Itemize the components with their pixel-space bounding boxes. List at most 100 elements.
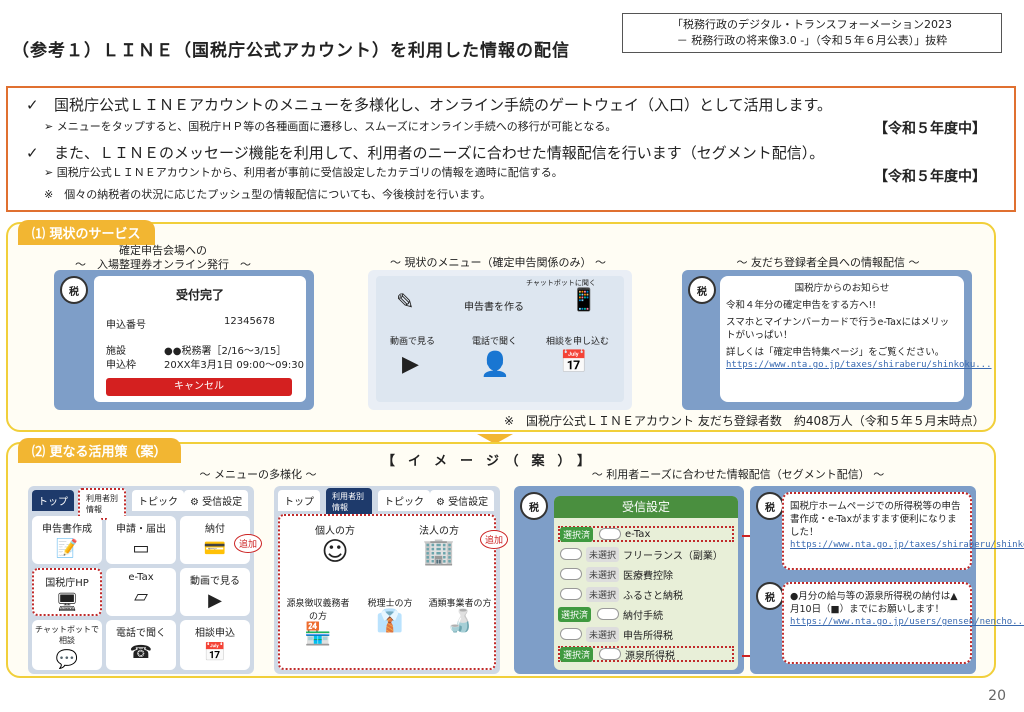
cancel-button[interactable]: キャンセル [106, 378, 292, 396]
ticket-slot-label: 申込枠 [106, 360, 136, 371]
tax-office-avatar-icon: 税 [60, 276, 88, 304]
summary-sub-2: ➢ 国税庁公式ＬＩＮＥアカウントから、利用者が事前に受信設定したカテゴリの情報を… [44, 166, 563, 179]
form-icon: ▭ [132, 538, 150, 559]
face-icon: ☺ [321, 537, 349, 567]
tab-topic[interactable]: トピック [132, 490, 184, 511]
tile-return[interactable]: 申告書作成 📝 [32, 516, 102, 564]
tab-topic[interactable]: トピック [378, 490, 430, 511]
broadcast-url[interactable]: https://www.nta.go.jp/taxes/shiraberu/sh… [726, 359, 992, 372]
tax-office-avatar-icon: 税 [688, 276, 716, 304]
ticket-number-label: 申込番号 [106, 320, 146, 331]
setting-payment[interactable]: 選択済 納付手続 [558, 606, 663, 622]
check-icon: ✓ [26, 144, 39, 162]
chat-icon: 💬 [55, 649, 79, 670]
tile-individual[interactable]: 個人の方 ☺ [300, 522, 370, 567]
chatbot-label[interactable]: チャットボットに聞く [526, 278, 596, 288]
message-1-text: 国税庁ホームページでの所得税等の申告書作成・e-Taxがますます便利になりました… [790, 501, 961, 538]
tile-apply[interactable]: 申請・届出 ▭ [106, 516, 176, 564]
tab-settings[interactable]: ⚙ 受信設定 [184, 490, 249, 511]
setting-medical[interactable]: 未選択 医療費控除 [558, 566, 673, 582]
segment-message-2: ●月分の給与等の源泉所得税の納付は▲月10日（■）までにお願いします！ http… [782, 582, 1024, 664]
message-2-url[interactable]: https://www.nta.go.jp/users/gensen/nench… [790, 616, 1024, 629]
tile-etax[interactable]: e-Tax ▱ [106, 568, 176, 616]
broadcast-message: 国税庁からのお知らせ 令和４年分の確定申告をする方へ!! スマホとマイナンバーカ… [720, 276, 992, 402]
settings-screen: 受信設定 [554, 496, 738, 670]
gear-icon: ⚙ [436, 497, 445, 508]
caption-menu: ～ 現状のメニュー（確定申告関係のみ） ～ [390, 256, 606, 269]
segment-message-1: 国税庁ホームページでの所得税等の申告書作成・e-Taxがますます便利になりました… [782, 492, 1024, 570]
tile-liquor[interactable]: 酒類事業者の方 🍶 [426, 596, 494, 634]
headset-icon: ☎ [129, 642, 153, 663]
tax-office-avatar-icon: 税 [756, 492, 784, 520]
ticket-slot: 20XX年3月1日 09:00～09:30 [164, 360, 304, 371]
building-icon: 🏢 [422, 537, 456, 567]
ticket-screen: 受付完了 申込番号 12345678 施設 ●●税務署［2/16～3/15］ 申… [94, 276, 306, 402]
user-category-grid: 個人の方 ☺ 法人の方 🏢 源泉徴収義務者の方 🏪 税理士の方 👔 酒類事業者の方 🍶 [278, 514, 496, 670]
summary-bullet-1: ✓ 国税庁公式ＬＩＮＥアカウントのメニューを多様化し、オンライン手続のゲートウェイ… [26, 96, 833, 114]
person-icon: 👤 [480, 350, 510, 378]
tab-top[interactable]: トップ [278, 490, 320, 511]
gear-icon: ⚙ [190, 497, 199, 508]
page-title: （参考１）ＬＩＮＥ（国税庁公式アカウント）を利用した情報の配信 [12, 41, 570, 61]
browser-icon: 🖥 [55, 592, 79, 613]
caption-segment: ～ 利用者ニーズに合わせた情報配信（セグメント配信） ～ [591, 468, 885, 481]
setting-freelance[interactable]: 未選択 フリーランス（副業） [558, 546, 723, 562]
video-label[interactable]: 動画で見る [390, 334, 435, 347]
add-badge-mid: 追加 [480, 530, 509, 549]
check-icon: ✓ [26, 96, 39, 114]
caption-broadcast: ～ 友だち登録者全員への情報配信 ～ [736, 256, 920, 269]
tile-chatbot[interactable]: チャットボットで相談 💬 [32, 620, 102, 670]
settings-header: 受信設定 [554, 496, 738, 518]
page-number: 20 [988, 688, 1006, 704]
summary-sub-1: ➢ メニューをタップすると、国税庁ＨＰ等の各種画面に遷移し、スムーズにオンライン… [44, 120, 617, 133]
document-icon: 📝 [55, 538, 79, 559]
setting-withholding[interactable]: 選択済 源泉所得税 [558, 646, 734, 662]
consult-label[interactable]: 相談を申し込む [546, 334, 609, 347]
tile-video[interactable]: 動画で見る ▶ [180, 568, 250, 616]
menu-screen: チャットボットに聞く ✎ 申告書を作る 📱 動画で見る 電話で聞く 相談を申し込… [376, 276, 624, 402]
tab-top[interactable]: トップ [32, 490, 74, 511]
source-line2: － 税務行政の将来像3.0 -」（令和５年６月公表）」抜粋 [676, 34, 948, 47]
tab-user-info[interactable]: 利用者別情報 [326, 488, 372, 516]
create-return-label[interactable]: 申告書を作る [464, 298, 524, 313]
tab-settings[interactable]: ⚙ 受信設定 [430, 490, 495, 511]
tile-corporate[interactable]: 法人の方 🏢 [404, 522, 474, 567]
broadcast-line3: 詳しくは「確定申告特集ページ」をご覧ください。 [726, 347, 945, 358]
arrow-icon: ➢ [44, 166, 54, 179]
tile-withholding[interactable]: 源泉徴収義務者の方 🏪 [284, 596, 352, 647]
friends-count-note: ※ 国税庁公式ＬＩＮＥアカウント 友だち登録者数 約408万人（令和５年５月末時… [504, 414, 985, 428]
year-badge-2: 【令和５年度中】 [874, 169, 986, 185]
tile-consult[interactable]: 相談申込 📅 [180, 620, 250, 670]
menu-phone: チャットボットに聞く ✎ 申告書を作る 📱 動画で見る 電話で聞く 相談を申し込… [368, 270, 632, 410]
summary-box: ✓ 国税庁公式ＬＩＮＥアカウントのメニューを多様化し、オンライン手続のゲートウェイ… [6, 86, 1016, 212]
broadcast-line1: 令和４年分の確定申告をする方へ!! [726, 300, 877, 311]
setting-etax[interactable]: 選択済 e-Tax [558, 526, 734, 542]
add-badge-left: 追加 [234, 534, 263, 553]
video-icon: ▶ [402, 352, 419, 377]
message-1-url[interactable]: https://www.nta.go.jp/taxes/shiraberu/sh… [790, 539, 1024, 552]
summary-bullet-2: ✓ また、ＬＩＮＥのメッセージ機能を利用して、利用者のニーズに合わせた情報配信を行… [26, 144, 825, 162]
person-tie-icon: 👔 [376, 609, 404, 634]
setting-income-tax[interactable]: 未選択 申告所得税 [558, 626, 673, 642]
toggle-icon [597, 608, 620, 620]
broadcast-header: 国税庁からのお知らせ [794, 283, 890, 294]
year-badge-1: 【令和５年度中】 [874, 121, 986, 137]
tile-phone[interactable]: 電話で聞く ☎ [106, 620, 176, 670]
ticket-status: 受付完了 [175, 288, 224, 302]
calendar-icon: 📅 [560, 350, 588, 375]
smartphone-icon: 📱 [570, 288, 598, 313]
toggle-icon [560, 628, 582, 640]
play-icon: ▶ [208, 590, 222, 611]
toggle-icon [560, 548, 582, 560]
broadcast-phone: 税 国税庁からのお知らせ 令和４年分の確定申告をする方へ!! スマホとマイナンバ… [682, 270, 992, 410]
tax-office-avatar-icon: 税 [756, 582, 784, 610]
tile-tax-accountant[interactable]: 税理士の方 👔 [356, 596, 424, 634]
phone-label[interactable]: 電話で聞く [472, 334, 517, 347]
current-services-section: ⑴ 現状のサービス 確定申告会場への ～ 入場整理券オンライン発行 ～ 税 受付… [6, 220, 996, 432]
ticket-number: 12345678 [224, 316, 275, 327]
summary-note: ※ 個々の納税者の状況に応じたプッシュ型の情報配信についても、今後検討を行います… [44, 188, 491, 201]
tile-nta-hp[interactable]: 国税庁HP 🖥 [32, 568, 102, 616]
setting-furusato[interactable]: 未選択 ふるさと納税 [558, 586, 683, 602]
broadcast-line2: スマホとマイナンバーカードで行うe-Taxにはメリットがいっぱい！ [726, 317, 950, 341]
toggle-icon [560, 568, 582, 580]
